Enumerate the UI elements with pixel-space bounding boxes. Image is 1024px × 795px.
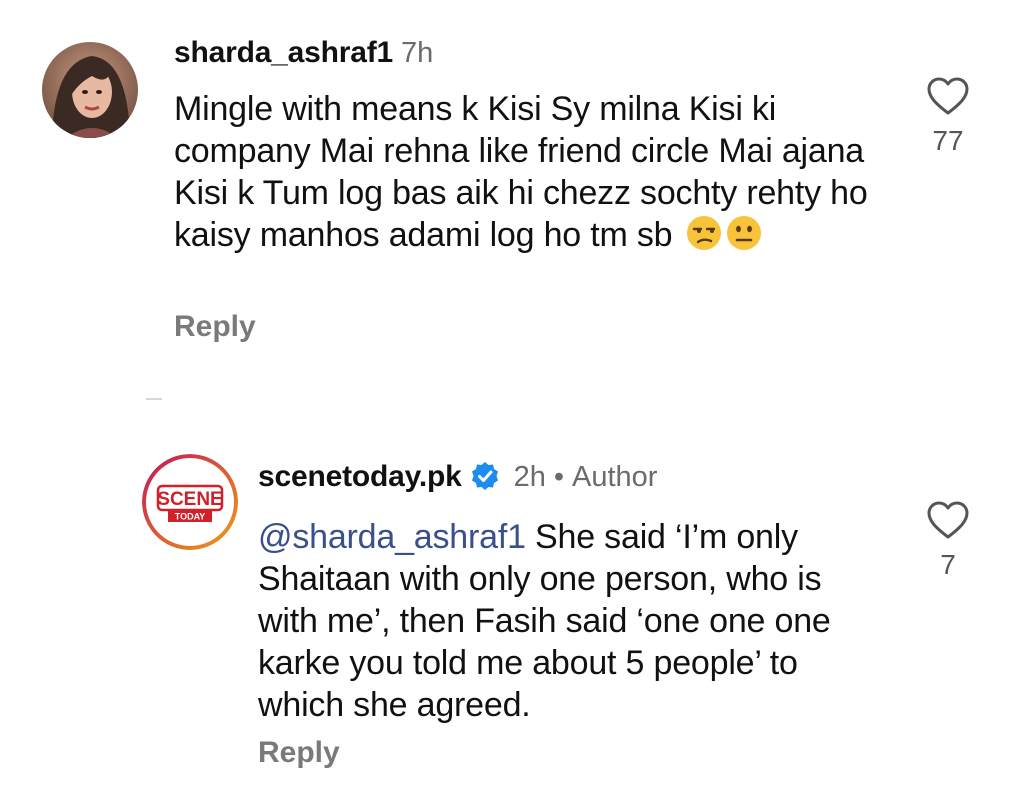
verified-badge-icon bbox=[471, 462, 498, 490]
comment-body: Mingle with means k Kisi Sy milna Kisi k… bbox=[174, 90, 868, 254]
username[interactable]: sharda_ashraf1 bbox=[174, 36, 393, 69]
avatar[interactable] bbox=[42, 42, 138, 138]
reply-button[interactable]: Reply bbox=[258, 736, 340, 770]
avatar-logo: SCENE TODAY bbox=[142, 454, 238, 550]
like-button[interactable]: 77 bbox=[908, 76, 988, 157]
logo-subtext: TODAY bbox=[175, 512, 206, 522]
comment-item: SCENE TODAY scenetoday.pk 2h • Author @sha… bbox=[0, 440, 1024, 795]
heart-icon bbox=[927, 501, 969, 539]
avatar[interactable]: SCENE TODAY bbox=[142, 454, 238, 550]
divider bbox=[146, 398, 162, 400]
author-badge: Author bbox=[572, 461, 658, 493]
like-count: 7 bbox=[940, 549, 956, 580]
heart-icon bbox=[927, 77, 969, 115]
avatar-photo bbox=[42, 42, 138, 138]
unamused-face-emoji bbox=[686, 216, 721, 250]
username[interactable]: scenetoday.pk bbox=[258, 460, 462, 493]
comment-text: Mingle with means k Kisi Sy milna Kisi k… bbox=[174, 88, 874, 256]
timestamp: 7h bbox=[401, 37, 434, 69]
comment-header: sharda_ashraf1 7h bbox=[174, 36, 433, 70]
timestamp: 2h bbox=[513, 461, 546, 493]
like-count: 77 bbox=[932, 125, 964, 156]
comment-header: scenetoday.pk 2h • Author bbox=[258, 460, 657, 494]
comment-text: @sharda_ashraf1 She said ‘I’m only Shait… bbox=[258, 516, 888, 726]
mention-link[interactable]: @sharda_ashraf1 bbox=[258, 518, 526, 556]
separator: • bbox=[553, 461, 565, 493]
neutral-face-emoji bbox=[726, 216, 761, 250]
reply-button[interactable]: Reply bbox=[174, 310, 256, 344]
like-button[interactable]: 7 bbox=[908, 500, 988, 581]
logo-text: SCENE bbox=[157, 489, 222, 510]
comment-item: sharda_ashraf1 7h Mingle with means k Kis… bbox=[0, 0, 1024, 360]
